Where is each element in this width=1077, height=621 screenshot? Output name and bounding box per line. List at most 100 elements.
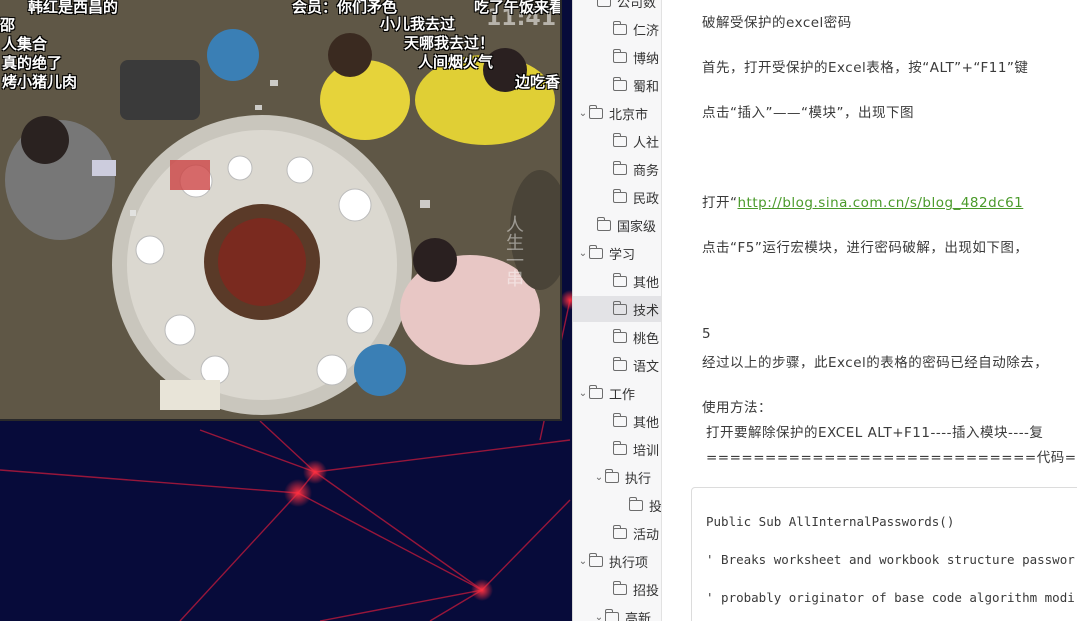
danmaku-comment: 吃了午饭来看 (474, 0, 562, 16)
tree-item[interactable]: 商务 (573, 156, 661, 182)
tree-item[interactable]: 仁济 (573, 16, 661, 42)
folder-tree[interactable]: 公司数 仁济 博纳 蜀和 ⌄ 北京市 人社 商务 民政 国家级 ⌄ 学习 其他 技术 桃色 语文 ⌄ 工作 其他 培训… (572, 0, 661, 621)
tree-item[interactable]: 国家级 (573, 212, 661, 238)
tree-item-label: 高新 (625, 611, 652, 621)
video-watermark: 人生一串 (503, 215, 524, 287)
tree-item[interactable]: 招投 (573, 576, 661, 602)
tree-item-label: 北京市 (609, 107, 649, 123)
danmaku-comment: 天哪我去过！ (404, 34, 495, 52)
folder-icon (605, 468, 619, 483)
tree-item-label: 博纳 (633, 51, 660, 67)
blog-link[interactable]: http://blog.sina.com.cn/s/blog_482dc61 (738, 195, 1024, 211)
tree-item-label: 执行项 (609, 555, 649, 571)
folder-icon (613, 188, 627, 203)
tree-item[interactable]: 技术 (573, 296, 661, 322)
danmaku-comment: 邵 (0, 16, 16, 34)
folder-icon (613, 20, 627, 35)
folder-icon (613, 76, 627, 91)
doc-text: 打开“ (702, 195, 738, 211)
chevron-down-icon[interactable]: ⌄ (593, 612, 605, 621)
folder-icon (605, 608, 619, 621)
code-line: ' probably originator of base code algor… (706, 590, 1075, 605)
chevron-down-icon[interactable]: ⌄ (577, 388, 589, 399)
folder-icon (613, 48, 627, 63)
danmaku-comment: 边吃香 (515, 73, 561, 91)
tree-item-label: 活动 (633, 527, 660, 543)
folder-icon (589, 552, 603, 567)
tree-item-label: 国家级 (617, 219, 657, 235)
danmaku-comment: 人集合 (2, 35, 48, 53)
folder-icon (613, 440, 627, 455)
folder-icon (613, 412, 627, 427)
doc-paragraph: 经过以上的步骤，此Excel的表格的密码已经自动除去， (702, 355, 1049, 371)
tree-item[interactable]: 民政 (573, 184, 661, 210)
tree-item[interactable]: ⌄ 北京市 (573, 100, 661, 126)
folder-icon (613, 580, 627, 595)
tree-item-label: 民政 (633, 191, 660, 207)
doc-paragraph: 打开“http://blog.sina.com.cn/s/blog_482dc6… (702, 191, 1023, 211)
folder-icon (613, 160, 627, 175)
folder-icon (589, 384, 603, 399)
tree-item-label: 投 (648, 499, 661, 515)
chevron-down-icon[interactable]: ⌄ (577, 108, 589, 119)
doc-paragraph: 点击“插入”——“模块”，出现下图 (702, 105, 914, 121)
folder-icon (613, 300, 627, 315)
usage-title: 使用方法： (702, 400, 772, 416)
tree-item-label: 培训 (633, 443, 660, 459)
tree-item[interactable]: 其他 (573, 268, 661, 294)
tree-item-label: 公司数 (617, 0, 657, 11)
tree-item[interactable]: 博纳 (573, 44, 661, 70)
danmaku-comment: 烤小猪儿肉 (2, 73, 78, 91)
document-view[interactable]: 破解受保护的excel密码 首先，打开受保护的Excel表格，按“ALT”+“F… (661, 0, 1077, 621)
tree-item[interactable]: 人社 (573, 128, 661, 154)
tree-item-label: 桃色 (633, 331, 660, 347)
doc-step-number: 5 (702, 326, 712, 342)
folder-icon (597, 216, 611, 231)
chevron-down-icon[interactable]: ⌄ (593, 472, 605, 483)
tree-item-label: 仁济 (633, 23, 660, 39)
folder-icon (613, 272, 627, 287)
tree-item-label: 商务 (633, 163, 660, 179)
doc-paragraph: 点击“F5”运行宏模块，进行密码破解，出现如下图， (702, 240, 1029, 256)
tree-item-label: 语文 (633, 359, 660, 375)
folder-icon (613, 328, 627, 343)
chevron-down-icon[interactable]: ⌄ (577, 556, 589, 567)
danmaku-comment: 人间烟火气 (418, 53, 494, 71)
usage-line: 打开要解除保护的EXCEL ALT+F11----插入模块----复 (706, 425, 1044, 441)
code-line: Public Sub AllInternalPasswords() (706, 514, 955, 529)
code-line: ' Breaks worksheet and workbook structur… (706, 552, 1075, 567)
tree-item[interactable]: 培训 (573, 436, 661, 462)
tree-item[interactable]: 桃色 (573, 324, 661, 350)
tree-item[interactable]: 语文 (573, 352, 661, 378)
tree-item-label: 蜀和 (633, 79, 660, 95)
tree-item[interactable]: 蜀和 (573, 72, 661, 98)
tree-item[interactable]: 其他 (573, 408, 661, 434)
tree-item[interactable]: ⌄ 学习 (573, 240, 661, 266)
usage-separator: ============================代码========== (706, 450, 1077, 466)
video-player[interactable]: 11:41 人生一串 韩红是西昌的 会员：你们矛色 吃了午饭来看 小儿我去过 天… (0, 0, 562, 421)
tree-item-label: 招投 (633, 583, 660, 599)
folder-icon (597, 0, 611, 7)
tree-item[interactable]: 公司数 (573, 0, 661, 14)
doc-title: 破解受保护的excel密码 (702, 15, 852, 31)
danmaku-comment: 小儿我去过 (380, 15, 456, 33)
tree-item-label: 工作 (609, 387, 636, 403)
tree-item-label: 学习 (609, 247, 636, 263)
tree-item[interactable]: ⌄ 执行项 (573, 548, 661, 574)
tree-item[interactable]: ⌄ 执行 (573, 464, 661, 490)
danmaku-comment: 真的绝了 (2, 54, 63, 72)
tree-item-label: 其他 (633, 415, 660, 431)
tree-item[interactable]: 投 (573, 492, 661, 518)
tree-item-label: 执行 (625, 471, 652, 487)
tree-item-label: 其他 (633, 275, 660, 291)
tree-item[interactable]: 活动 (573, 520, 661, 546)
tree-item-label: 技术 (633, 303, 660, 319)
chevron-down-icon[interactable]: ⌄ (577, 248, 589, 259)
folder-icon (613, 132, 627, 147)
tree-item-label: 人社 (633, 135, 660, 151)
tree-item[interactable]: ⌄ 工作 (573, 380, 661, 406)
folder-icon (589, 244, 603, 259)
folder-icon (613, 356, 627, 371)
tree-item[interactable]: ⌄ 高新 (573, 604, 661, 621)
folder-icon (589, 104, 603, 119)
